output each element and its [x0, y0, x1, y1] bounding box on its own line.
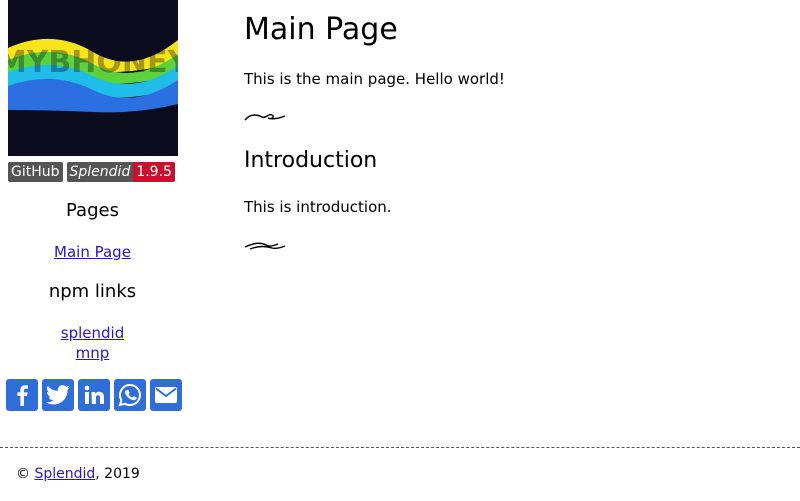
linkedin-share-button[interactable] [78, 379, 110, 411]
share-buttons [6, 379, 182, 411]
copyright-symbol: © [16, 466, 30, 482]
facebook-share-button[interactable] [6, 379, 38, 411]
footer: © Splendid, 2019 [16, 466, 140, 482]
site-logo[interactable]: MYBHONEY [8, 0, 178, 156]
twitter-icon [46, 385, 70, 405]
introduction-heading: Introduction [244, 148, 378, 173]
footer-divider-icon [244, 242, 286, 250]
pages-heading: Pages [66, 200, 119, 221]
email-share-button[interactable] [150, 379, 182, 411]
npm-link-splendid[interactable]: splendid [0, 324, 185, 342]
github-badge[interactable]: GitHub [8, 162, 63, 182]
email-icon [155, 387, 177, 403]
splendid-badge-version: 1.9.5 [133, 162, 175, 182]
footer-divider [0, 447, 800, 448]
footer-year: , 2019 [95, 466, 140, 482]
logo-graphic: MYBHONEY [8, 38, 178, 113]
splendid-badge-name: Splendid [66, 162, 134, 182]
introduction-paragraph: This is introduction. [244, 198, 392, 216]
npm-link-mnp[interactable]: mnp [0, 344, 185, 362]
npm-links-heading: npm links [48, 281, 137, 302]
facebook-icon [17, 385, 28, 406]
svg-text:MYBHONEY: MYBHONEY [8, 45, 178, 80]
footer-splendid-link[interactable]: Splendid [34, 466, 95, 482]
twitter-share-button[interactable] [42, 379, 74, 411]
splendid-version-badge[interactable]: Splendid 1.9.5 [66, 162, 175, 182]
intro-paragraph: This is the main page. Hello world! [244, 70, 505, 88]
sidebar-link-main-page[interactable]: Main Page [0, 243, 185, 261]
page-title: Main Page [244, 12, 398, 47]
whatsapp-share-button[interactable] [114, 379, 146, 411]
linkedin-icon [84, 385, 104, 404]
section-divider-icon [244, 113, 286, 121]
badges: GitHub Splendid 1.9.5 [8, 162, 175, 182]
page: MYBHONEY GitHub Splendid 1.9.5 Pages Mai… [0, 0, 800, 501]
whatsapp-icon [118, 383, 141, 407]
